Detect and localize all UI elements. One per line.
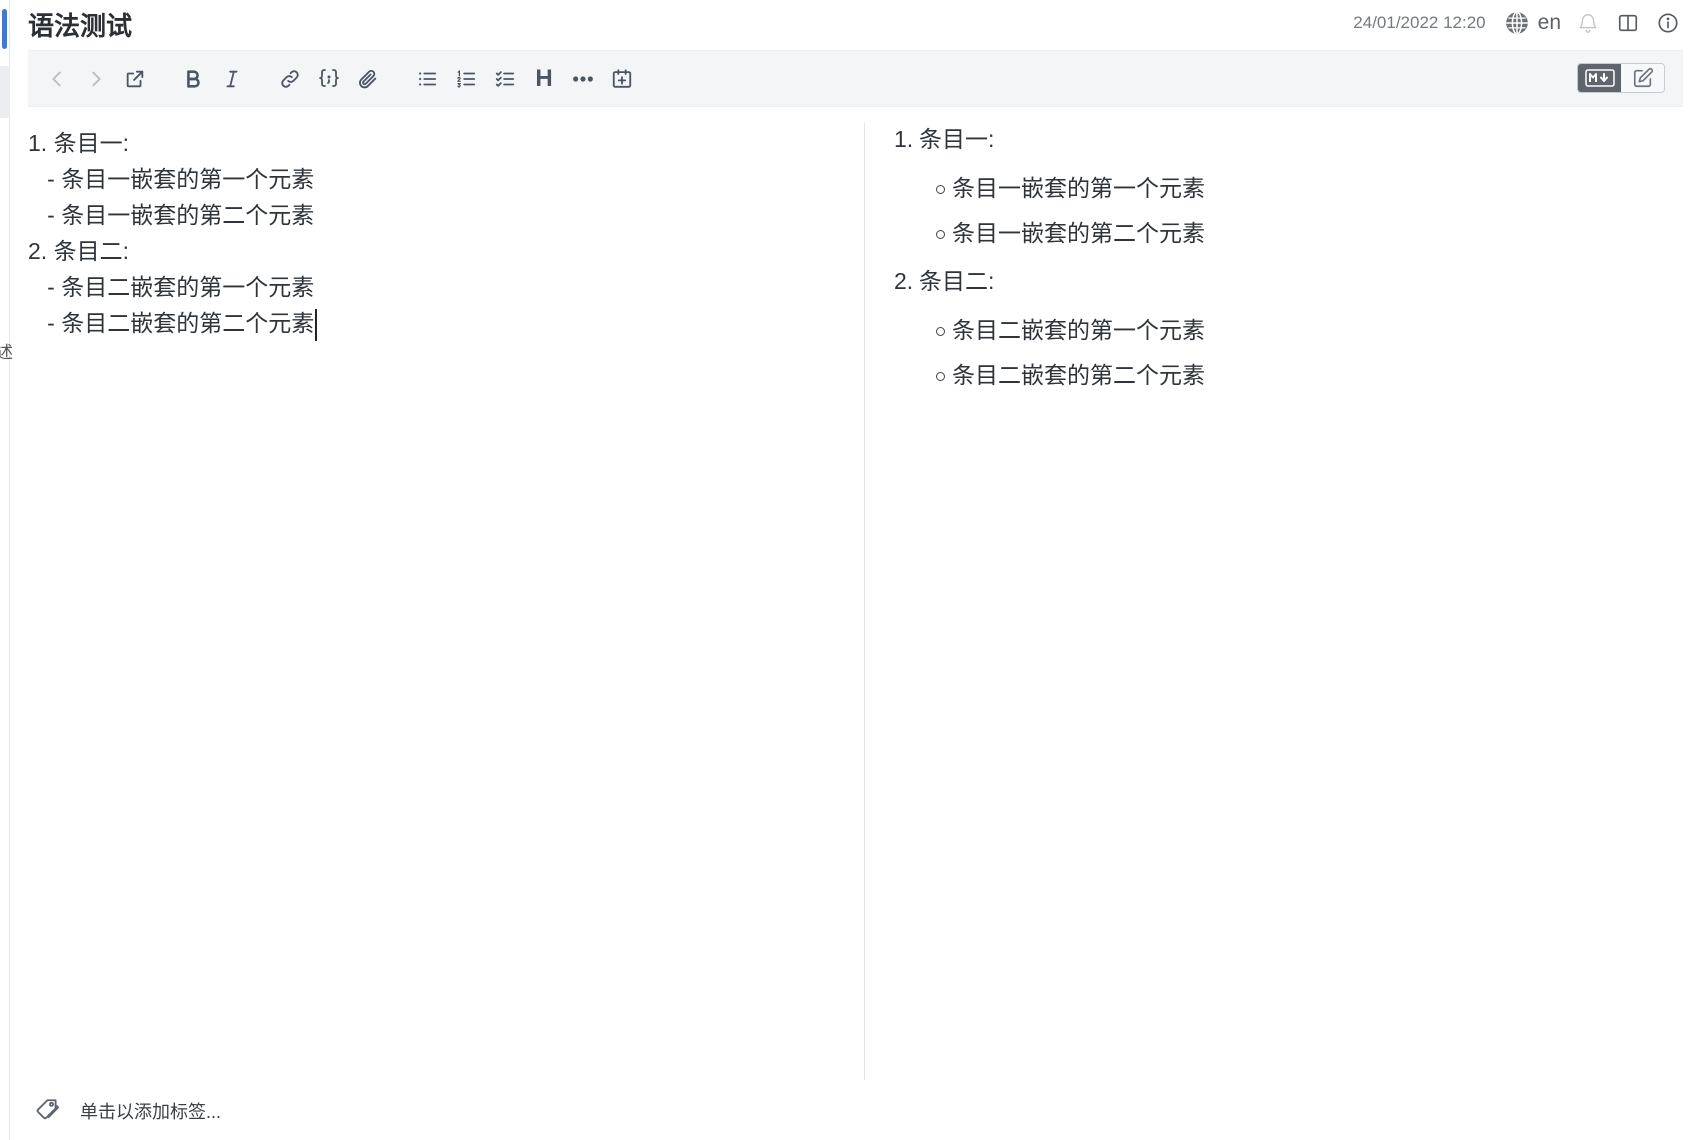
link-icon <box>281 70 299 88</box>
active-note-indicator <box>2 9 7 49</box>
preview-list-item: 1. 条目一: 条目一嵌套的第一个元素 条目一嵌套的第二个元素 <box>894 120 1674 262</box>
nested-list-item: 条目二嵌套的第一个元素 <box>894 308 1674 353</box>
code-braces-icon <box>319 69 339 87</box>
editor-line: - 条目二嵌套的第一个元素 <box>28 274 315 300</box>
tag-icon <box>34 1095 62 1128</box>
editor-line-current: - 条目二嵌套的第二个元素 <box>28 305 848 341</box>
chevron-left-icon <box>52 71 61 87</box>
italic-icon <box>226 70 238 88</box>
preview-list-item: 2. 条目二: 条目二嵌套的第一个元素 条目二嵌套的第二个元素 <box>894 262 1674 404</box>
editor-line: 1. 条目一: <box>28 130 129 156</box>
paperclip-icon <box>359 69 377 89</box>
nested-item-text: 条目一嵌套的第一个元素 <box>952 175 1205 201</box>
open-external-button[interactable] <box>120 64 150 94</box>
list-item-label: 条目二: <box>919 268 995 294</box>
preview-item-heading: 1. 条目一: <box>894 120 1674 158</box>
back-button[interactable] <box>42 64 72 94</box>
markdown-mode-button[interactable] <box>1578 64 1621 92</box>
italic-button[interactable] <box>217 64 247 94</box>
chevron-right-icon <box>92 71 101 87</box>
nested-item-text: 条目一嵌套的第二个元素 <box>952 220 1205 246</box>
preview-nested-list: 条目二嵌套的第一个元素 条目二嵌套的第二个元素 <box>894 300 1674 404</box>
edit-icon <box>1633 67 1653 88</box>
bullet-list-button[interactable] <box>412 64 442 94</box>
numbered-list-button[interactable] <box>451 64 481 94</box>
list-number: 2. <box>894 268 914 294</box>
nested-list-item: 条目一嵌套的第一个元素 <box>894 166 1674 211</box>
language-code: en <box>1537 11 1561 34</box>
nested-item-text: 条目二嵌套的第二个元素 <box>952 362 1205 388</box>
forward-button[interactable] <box>81 64 111 94</box>
tag-bar[interactable]: 单击以添加标签... <box>34 1095 221 1127</box>
link-button[interactable] <box>275 64 305 94</box>
list-number: 1. <box>894 126 914 152</box>
insert-date-button[interactable] <box>607 64 637 94</box>
preview-item-heading: 2. 条目二: <box>894 262 1674 300</box>
markdown-preview: 1. 条目一: 条目一嵌套的第一个元素 条目一嵌套的第二个元素 2. 条目二: … <box>894 120 1674 404</box>
checklist-button[interactable] <box>490 64 520 94</box>
editor-line-text: - 条目二嵌套的第二个元素 <box>28 310 315 336</box>
calendar-plus-icon <box>612 69 632 88</box>
list-item-label: 条目一: <box>919 126 995 152</box>
editor-line: - 条目一嵌套的第一个元素 <box>28 166 315 192</box>
horizontal-rule-button[interactable] <box>568 64 598 94</box>
editor-line: - 条目一嵌套的第二个元素 <box>28 202 315 228</box>
heading-button[interactable]: H <box>529 64 559 94</box>
bullet-list-icon <box>419 72 437 86</box>
bell-icon[interactable] <box>1575 10 1601 36</box>
globe-icon <box>1504 10 1530 36</box>
text-caret <box>315 308 318 341</box>
add-tag-placeholder[interactable]: 单击以添加标签... <box>80 1098 221 1124</box>
sidebar-selected-row[interactable] <box>0 66 10 118</box>
pane-divider[interactable] <box>864 123 865 1080</box>
nested-list-item: 条目二嵌套的第二个元素 <box>894 353 1674 398</box>
note-title[interactable]: 语法测试 <box>28 6 132 43</box>
preview-nested-list: 条目一嵌套的第一个元素 条目一嵌套的第二个元素 <box>894 158 1674 262</box>
nested-item-text: 条目二嵌套的第一个元素 <box>952 317 1205 343</box>
nested-list-item: 条目一嵌套的第二个元素 <box>894 211 1674 256</box>
ellipsis-icon <box>573 76 593 82</box>
note-header-actions: 24/01/2022 12:20 en <box>1353 8 1681 38</box>
editor-mode-switch <box>1577 63 1665 93</box>
attach-button[interactable] <box>353 64 383 94</box>
checklist-icon <box>495 71 515 87</box>
bold-button[interactable] <box>178 64 208 94</box>
markdown-editor[interactable]: 1. 条目一: - 条目一嵌套的第一个元素 - 条目一嵌套的第二个元素 2. 条… <box>28 125 848 341</box>
preview-ordered-list: 1. 条目一: 条目一嵌套的第一个元素 条目一嵌套的第二个元素 2. 条目二: … <box>894 120 1674 404</box>
language-selector[interactable]: en <box>1504 10 1561 36</box>
external-link-icon <box>126 70 144 88</box>
numbered-list-icon <box>457 69 476 88</box>
sidebar-text-fragment: 述 <box>0 343 13 362</box>
note-timestamp: 24/01/2022 12:20 <box>1353 13 1486 32</box>
editor-toolbar: H <box>28 50 1683 107</box>
info-icon[interactable] <box>1655 10 1681 36</box>
editor-line: 2. 条目二: <box>28 238 129 264</box>
sidebar-edge: 述 <box>0 0 13 1140</box>
bold-icon <box>187 70 200 88</box>
split-view-icon[interactable] <box>1615 10 1641 36</box>
rich-text-mode-button[interactable] <box>1621 64 1664 92</box>
code-button[interactable] <box>314 64 344 94</box>
markdown-icon <box>1584 69 1615 87</box>
heading-icon: H <box>535 65 553 92</box>
